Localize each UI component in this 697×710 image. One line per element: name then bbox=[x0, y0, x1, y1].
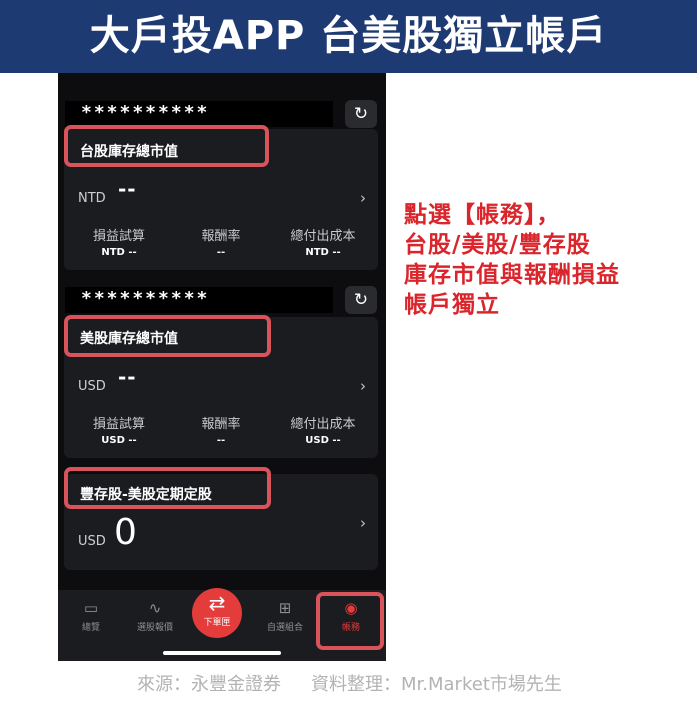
highlight-dca-title bbox=[64, 467, 271, 509]
stat-value-pnl: USD -- bbox=[101, 435, 137, 446]
tab-overview[interactable]: ▭ 總覽 bbox=[60, 598, 122, 633]
masked-account-id: ********** bbox=[65, 287, 333, 313]
callout-line: 點選【帳務】， bbox=[404, 202, 561, 228]
grid-icon: ⊞ bbox=[278, 599, 292, 617]
chevron-right-icon: › bbox=[360, 514, 366, 532]
chevron-right-icon: › bbox=[360, 189, 366, 207]
home-indicator bbox=[163, 651, 281, 655]
stat-label-cost: 總付出成本 bbox=[290, 229, 356, 244]
market-value: -- bbox=[118, 365, 137, 389]
order-icon: ⇄ bbox=[208, 591, 226, 615]
stat-label-cost: 總付出成本 bbox=[290, 417, 356, 432]
stat-label-return: 報酬率 bbox=[201, 229, 241, 244]
credit-text: 資料整理：Mr.Market市場先生 bbox=[311, 674, 562, 695]
stat-value-return: -- bbox=[216, 435, 226, 446]
market-value: 0 bbox=[114, 512, 137, 553]
title-banner: 大戶投APP 台美股獨立帳戶 bbox=[0, 0, 697, 73]
stat-label-pnl: 損益試算 bbox=[92, 417, 145, 432]
source-footer: 來源：永豐金證券 資料整理：Mr.Market市場先生 bbox=[137, 670, 562, 696]
source-text: 來源：永豐金證券 bbox=[137, 674, 281, 695]
stat-label-return: 報酬率 bbox=[201, 417, 241, 432]
tab-order-box[interactable]: ⇄ 下單匣 bbox=[192, 588, 242, 638]
stat-value-cost: NTD -- bbox=[305, 247, 341, 258]
highlight-tw-title bbox=[64, 125, 269, 167]
callout-line: 庫存市值與報酬損益 bbox=[404, 262, 620, 288]
stat-value-pnl: NTD -- bbox=[101, 247, 137, 258]
trend-icon: ∿ bbox=[148, 599, 162, 617]
stat-value-cost: USD -- bbox=[305, 435, 341, 446]
masked-account-id: ********** bbox=[65, 101, 333, 127]
tab-watchlist[interactable]: ⊞ 自選組合 bbox=[254, 598, 316, 633]
currency-label: USD bbox=[78, 534, 106, 549]
tab-quotes[interactable]: ∿ 選股報價 bbox=[124, 598, 186, 633]
refresh-icon[interactable]: ↻ bbox=[345, 100, 377, 128]
callout-line: 台股/美股/豐存股 bbox=[404, 232, 591, 258]
currency-label: USD bbox=[78, 379, 106, 394]
chevron-right-icon: › bbox=[360, 377, 366, 395]
highlight-us-title bbox=[64, 315, 271, 357]
callout-text: 點選【帳務】， 台股/美股/豐存股 庫存市值與報酬損益 帳戶獨立 bbox=[404, 200, 694, 320]
stat-label-pnl: 損益試算 bbox=[92, 229, 145, 244]
stat-value-return: -- bbox=[216, 247, 226, 258]
currency-label: NTD bbox=[78, 191, 106, 206]
refresh-icon[interactable]: ↻ bbox=[345, 286, 377, 314]
banner-title: 大戶投APP 台美股獨立帳戶 bbox=[89, 13, 608, 59]
monitor-icon: ▭ bbox=[83, 599, 99, 617]
highlight-accounts-tab bbox=[316, 592, 384, 650]
market-value: -- bbox=[118, 177, 137, 201]
callout-line: 帳戶獨立 bbox=[404, 292, 500, 318]
